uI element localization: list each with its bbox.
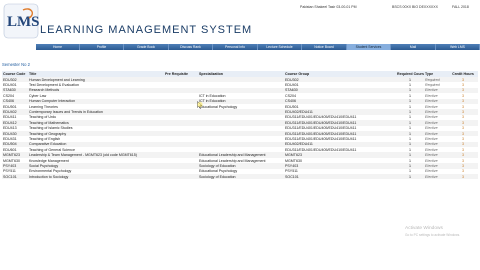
- cell-course-group: SOC101: [284, 174, 396, 180]
- nav-profile[interactable]: Profile: [80, 44, 124, 50]
- cell-type: Elective: [424, 174, 448, 180]
- main-nav: Home Profile Grade Book Discuss Rank Per…: [36, 44, 480, 50]
- mouse-pointer-icon: [197, 101, 203, 109]
- nav-grade-book[interactable]: Grade Book: [124, 44, 169, 50]
- nav-student-services[interactable]: Student Services: [347, 44, 391, 50]
- nav-web-lms[interactable]: Web LMS: [436, 44, 480, 50]
- term-label: FALL 2018: [452, 5, 469, 9]
- nav-home[interactable]: Home: [36, 44, 80, 50]
- lms-logo-icon[interactable]: LMS: [3, 2, 39, 40]
- activation-watermark: Activate Windows Go to PC settings to ac…: [405, 226, 460, 238]
- nav-mail[interactable]: Mail: [391, 44, 436, 50]
- app-title: LEARNING MANAGEMENT SYSTEM: [40, 24, 253, 36]
- semester-label: Semester No 2: [2, 62, 30, 67]
- nav-lecture-schedule[interactable]: Lecture Schedule: [258, 44, 302, 50]
- nav-discuss-rank[interactable]: Discuss Rank: [169, 44, 213, 50]
- watermark-subtitle: Go to PC settings to activate Windows.: [405, 233, 461, 237]
- user-info: Pakistan Shakeel Tasir 03-00-01 PM: [300, 5, 357, 9]
- cell-course-code: SOC101: [2, 174, 28, 180]
- topbar-info: Pakistan Shakeel Tasir 03-00-01 PM BSCS …: [300, 2, 478, 12]
- cell-pre-requisite: [164, 174, 198, 180]
- cell-title: Introduction to Sociology: [28, 174, 164, 180]
- header: LMS LEARNING MANAGEMENT SYSTEM Pakistan …: [0, 0, 480, 44]
- cell-specialization: Sociology of Education: [198, 174, 284, 180]
- nav-notice-board[interactable]: Notice Board: [302, 44, 347, 50]
- nav-personal-info[interactable]: Personal Info: [213, 44, 258, 50]
- cell-required-courses: 1: [396, 174, 424, 180]
- table-row[interactable]: SOC101 Introduction to Sociology Sociology…: [2, 174, 478, 180]
- logo-text: LMS: [7, 14, 39, 30]
- table-body: EDU302 Human Development and Learning EDU3…: [2, 77, 478, 180]
- course-table: Course Code Title Pre Requisite Speciali…: [2, 71, 478, 180]
- student-id: BSCS 00XX BIO DEXXXXXX: [392, 5, 438, 9]
- cell-credit-hours: 3: [448, 174, 478, 180]
